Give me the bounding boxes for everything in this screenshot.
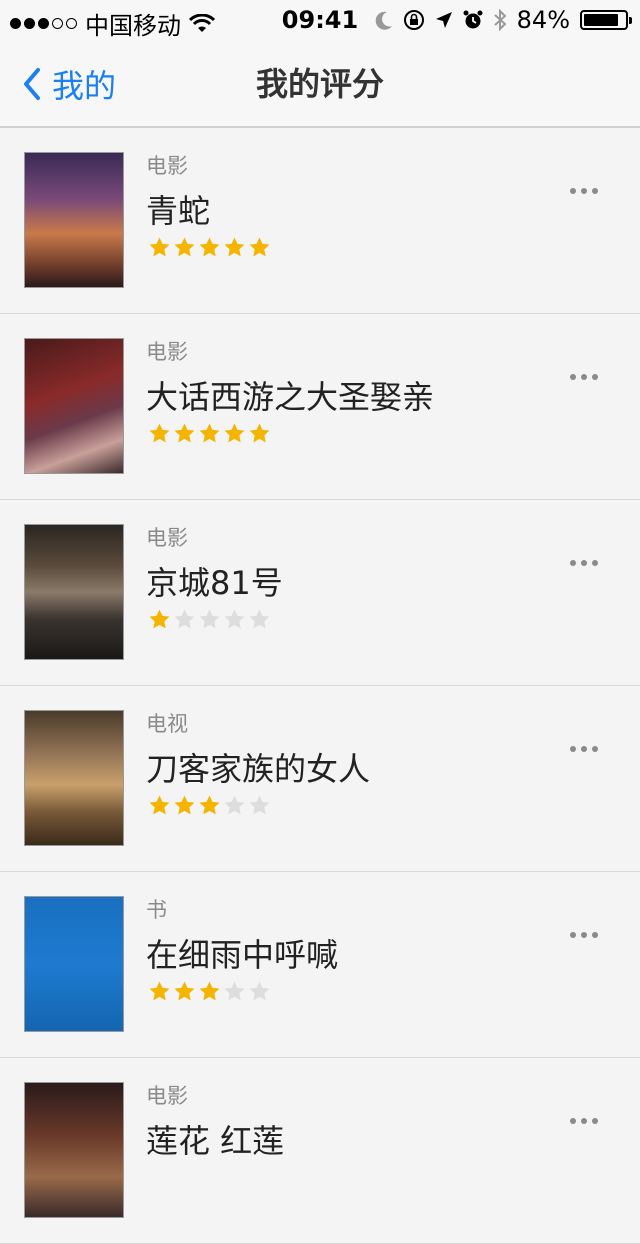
more-options-button[interactable] xyxy=(570,740,598,758)
star-empty-icon xyxy=(199,609,220,629)
rotation-lock-icon xyxy=(403,10,424,30)
back-button-label: 我的 xyxy=(52,67,117,105)
item-category: 电影 xyxy=(146,154,188,178)
star-filled-icon xyxy=(174,981,195,1001)
star-empty-icon xyxy=(224,981,245,1001)
star-filled-icon xyxy=(199,423,220,443)
star-filled-icon xyxy=(224,237,245,257)
battery-percent: 84% xyxy=(516,6,570,34)
star-empty-icon xyxy=(249,981,270,1001)
star-empty-icon xyxy=(174,609,195,629)
star-filled-icon xyxy=(149,981,170,1001)
list-item[interactable]: 电影 青蛇 xyxy=(0,128,640,314)
list-item[interactable]: 电视 刀客家族的女人 xyxy=(0,686,640,872)
item-title: 莲花 红莲 xyxy=(146,1122,285,1160)
star-rating xyxy=(148,608,271,631)
star-filled-icon xyxy=(149,609,170,629)
star-filled-icon xyxy=(249,423,270,443)
status-bar: 中国移动 09:41 84% xyxy=(0,0,640,40)
more-options-button[interactable] xyxy=(570,182,598,200)
star-filled-icon xyxy=(149,423,170,443)
item-category: 书 xyxy=(146,898,167,922)
poster-image xyxy=(24,524,124,660)
star-filled-icon xyxy=(199,981,220,1001)
item-category: 电影 xyxy=(146,526,188,550)
list-item[interactable]: 电影 京城81号 xyxy=(0,500,640,686)
poster-image xyxy=(24,152,124,288)
rating-list: 电影 青蛇 电影 大话西游之大圣娶亲 电影 京城81号 电视 刀客家族的女人 书… xyxy=(0,128,640,1244)
poster-image xyxy=(24,896,124,1032)
star-empty-icon xyxy=(249,795,270,815)
item-category: 电影 xyxy=(146,340,188,364)
item-category: 电影 xyxy=(146,1084,188,1108)
alarm-icon xyxy=(463,10,483,29)
star-filled-icon xyxy=(149,795,170,815)
list-item[interactable]: 书 在细雨中呼喊 xyxy=(0,872,640,1058)
more-options-button[interactable] xyxy=(570,1112,598,1130)
star-filled-icon xyxy=(174,423,195,443)
poster-image xyxy=(24,710,124,846)
item-title: 青蛇 xyxy=(146,192,211,230)
battery-icon xyxy=(580,10,632,30)
item-title: 京城81号 xyxy=(146,564,283,602)
more-options-button[interactable] xyxy=(570,554,598,572)
item-title: 大话西游之大圣娶亲 xyxy=(146,378,435,416)
navigation-bar: 我的 我的评分 xyxy=(0,40,640,128)
star-empty-icon xyxy=(249,609,270,629)
moon-icon xyxy=(375,11,392,30)
more-options-button[interactable] xyxy=(570,368,598,386)
star-rating xyxy=(148,980,271,1003)
star-filled-icon xyxy=(249,237,270,257)
star-empty-icon xyxy=(224,609,245,629)
star-filled-icon xyxy=(224,423,245,443)
poster-image xyxy=(24,1082,124,1218)
star-rating xyxy=(148,422,271,445)
chevron-left-icon xyxy=(24,68,40,100)
item-title: 在细雨中呼喊 xyxy=(146,936,339,974)
list-item[interactable]: 电影 莲花 红莲 xyxy=(0,1058,640,1244)
star-filled-icon xyxy=(199,237,220,257)
star-filled-icon xyxy=(174,795,195,815)
item-category: 电视 xyxy=(146,712,188,736)
star-filled-icon xyxy=(149,237,170,257)
poster-image xyxy=(24,338,124,474)
star-filled-icon xyxy=(199,795,220,815)
star-empty-icon xyxy=(224,795,245,815)
status-right: 84% xyxy=(375,6,632,34)
more-options-button[interactable] xyxy=(570,926,598,944)
star-rating xyxy=(148,236,271,259)
bluetooth-icon xyxy=(493,9,507,31)
star-filled-icon xyxy=(174,237,195,257)
location-arrow-icon xyxy=(435,12,452,28)
star-rating xyxy=(148,794,271,817)
list-item[interactable]: 电影 大话西游之大圣娶亲 xyxy=(0,314,640,500)
item-title: 刀客家族的女人 xyxy=(146,750,371,788)
back-button[interactable]: 我的 xyxy=(22,40,116,128)
